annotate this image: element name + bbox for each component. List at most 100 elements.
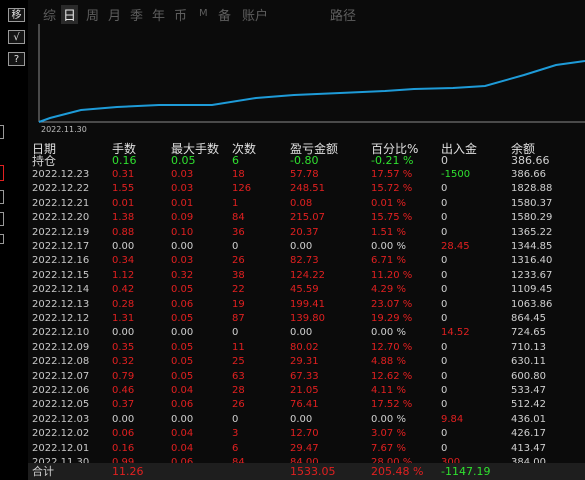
table-row[interactable]: 2022.12.07 0.79 0.05 63 67.33 12.62 % 0 600.80 — [28, 370, 585, 384]
row-count: 126 — [232, 183, 252, 195]
row-flow: 0 — [441, 284, 448, 296]
table-row[interactable]: 2022.12.03 0.00 0.00 0 0.00 0.00 % 9.84 436.01 — [28, 413, 585, 427]
row-date: 2022.12.08 — [32, 356, 90, 368]
table-row[interactable]: 2022.12.05 0.37 0.06 26 76.41 17.52 % 0 512.42 — [28, 398, 585, 412]
table-row[interactable]: 2022.12.08 0.32 0.05 25 29.31 4.88 % 0 630.11 — [28, 355, 585, 369]
row-count: 28 — [232, 385, 245, 396]
row-pct: 0.00 % — [371, 327, 406, 339]
table-row[interactable]: 2022.12.23 0.31 0.03 18 57.78 17.57 % -1500 386… — [28, 168, 585, 182]
edge-marker-active — [0, 165, 4, 181]
row-date: 2022.12.14 — [32, 284, 90, 296]
row-hands: 0.42 — [112, 284, 135, 296]
row-max-hands: 0.04 — [171, 428, 194, 440]
row-max-hands: 0.10 — [171, 226, 194, 238]
row-pnl: 76.41 — [290, 399, 319, 411]
row-max-hands: 0.06 — [171, 298, 194, 310]
account-stats-panel: 综 日 周 月 季 年 币 M 备 账户 路径 2022.11.30 日期 手数… — [28, 0, 585, 480]
row-balance: 426.17 — [511, 428, 546, 440]
row-pnl: 82.73 — [290, 255, 319, 267]
row-pct: 15.75 % — [371, 212, 413, 224]
row-count: 26 — [232, 399, 245, 411]
row-pnl: 0.00 — [290, 413, 313, 425]
row-balance: 724.65 — [511, 327, 546, 339]
move-button[interactable]: 移 — [8, 8, 25, 22]
row-balance: 1063.86 — [511, 298, 553, 310]
row-hands: 1.12 — [112, 269, 135, 281]
row-count: 1 — [232, 197, 239, 209]
table-row[interactable]: 2022.12.19 0.88 0.10 36 20.37 1.51 % 0 1365.22 — [28, 226, 585, 240]
row-date: 2022.12.20 — [32, 212, 90, 224]
tab-quarter[interactable]: 季 — [130, 5, 143, 24]
row-balance: 413.47 — [511, 442, 546, 454]
row-flow: 0 — [441, 370, 448, 382]
holding-row[interactable]: 持仓 0.16 0.05 6 -0.80 -0.21 % 0 386.66 — [28, 154, 585, 168]
balance-chart-svg: 2022.11.30 — [38, 24, 585, 134]
row-date: 2022.12.13 — [32, 298, 90, 310]
row-flow: 0 — [441, 255, 448, 267]
row-pnl: 20.37 — [290, 226, 319, 238]
row-date: 2022.12.10 — [32, 327, 90, 339]
table-row[interactable]: 2022.12.16 0.34 0.03 26 82.73 6.71 % 0 1316.40 — [28, 254, 585, 268]
table-row[interactable]: 2022.12.14 0.42 0.05 22 45.59 4.29 % 0 1109.45 — [28, 283, 585, 297]
row-max-hands: 0.03 — [171, 183, 194, 195]
table-row[interactable]: 2022.12.22 1.55 0.03 126 248.51 15.72 % 0 1828.… — [28, 182, 585, 196]
tab-path[interactable]: 路径 — [330, 5, 356, 24]
edge-marker — [0, 125, 4, 139]
row-date: 2022.12.16 — [32, 255, 90, 267]
tab-week[interactable]: 周 — [86, 5, 99, 24]
table-row[interactable]: 2022.12.09 0.35 0.05 11 80.02 12.70 % 0 710.13 — [28, 341, 585, 355]
table-row[interactable]: 2022.12.15 1.12 0.32 38 124.22 11.20 % 0 1233.6… — [28, 269, 585, 283]
table-row[interactable]: 2022.12.12 1.31 0.05 87 139.80 19.29 % 0 864.45 — [28, 312, 585, 326]
row-flow: 0 — [441, 356, 448, 368]
row-flow: 0 — [441, 341, 448, 353]
row-hands: 1.38 — [112, 212, 135, 224]
row-pct: 15.72 % — [371, 183, 413, 195]
tab-day[interactable]: 日 — [61, 5, 79, 24]
row-max-hands: 0.05 — [171, 356, 194, 368]
row-flow: 0 — [441, 313, 448, 324]
chart-start-date: 2022.11.30 — [41, 125, 87, 134]
holding-pct: -0.21 % — [371, 154, 414, 167]
tab-currency[interactable]: 币 — [174, 5, 187, 24]
row-balance: 1580.37 — [511, 197, 553, 209]
tab-account[interactable]: 账户 — [242, 5, 268, 24]
row-date: 2022.12.07 — [32, 370, 90, 382]
left-toolbar: 移 √ ? — [0, 0, 28, 480]
table-row[interactable]: 2022.12.10 0.00 0.00 0 0.00 0.00 % 14.52 724.65 — [28, 326, 585, 340]
row-hands: 0.00 — [112, 241, 135, 252]
tab-summary[interactable]: 综 — [43, 5, 56, 24]
table-row[interactable]: 2022.12.13 0.28 0.06 19 199.41 23.07 % 0 1063.8… — [28, 298, 585, 312]
row-hands: 0.16 — [112, 442, 135, 454]
row-flow: 0 — [441, 269, 448, 281]
row-count: 0 — [232, 413, 239, 425]
row-max-hands: 0.00 — [171, 413, 194, 425]
tab-year[interactable]: 年 — [152, 5, 165, 24]
check-button[interactable]: √ — [8, 30, 25, 44]
row-hands: 0.00 — [112, 413, 135, 425]
edge-marker — [0, 212, 4, 226]
row-balance: 630.11 — [511, 356, 546, 368]
row-count: 87 — [232, 313, 245, 324]
table-row[interactable]: 2022.12.02 0.06 0.04 3 12.70 3.07 % 0 426.17 — [28, 427, 585, 441]
table-row[interactable]: 2022.12.21 0.01 0.01 1 0.08 0.01 % 0 1580.37 — [28, 197, 585, 211]
total-row: 合计 11.26 1533.05 205.48 % -1147.19 — [28, 463, 585, 480]
row-flow: -1500 — [441, 169, 471, 180]
table-row[interactable]: 2022.12.01 0.16 0.04 6 29.47 7.67 % 0 413.47 — [28, 442, 585, 456]
row-pct: 23.07 % — [371, 298, 413, 310]
row-pct: 7.67 % — [371, 442, 406, 454]
holding-flow: 0 — [441, 154, 448, 167]
row-flow: 0 — [441, 226, 448, 238]
row-max-hands: 0.00 — [171, 327, 194, 339]
row-balance: 533.47 — [511, 385, 546, 396]
row-date: 2022.12.09 — [32, 341, 90, 353]
table-row[interactable]: 2022.12.20 1.38 0.09 84 215.07 15.75 % 0 1580.2… — [28, 211, 585, 225]
table-row[interactable]: 2022.12.17 0.00 0.00 0 0.00 0.00 % 28.45 1344.8… — [28, 240, 585, 254]
row-hands: 0.35 — [112, 341, 135, 353]
table-row[interactable]: 2022.12.06 0.46 0.04 28 21.05 4.11 % 0 533.47 — [28, 384, 585, 398]
tab-month[interactable]: 月 — [108, 5, 121, 24]
help-button[interactable]: ? — [8, 52, 25, 66]
tab-note[interactable]: 备 — [218, 5, 231, 24]
tab-m[interactable]: M — [199, 8, 208, 19]
row-balance: 1316.40 — [511, 255, 553, 267]
row-max-hands: 0.05 — [171, 284, 194, 296]
